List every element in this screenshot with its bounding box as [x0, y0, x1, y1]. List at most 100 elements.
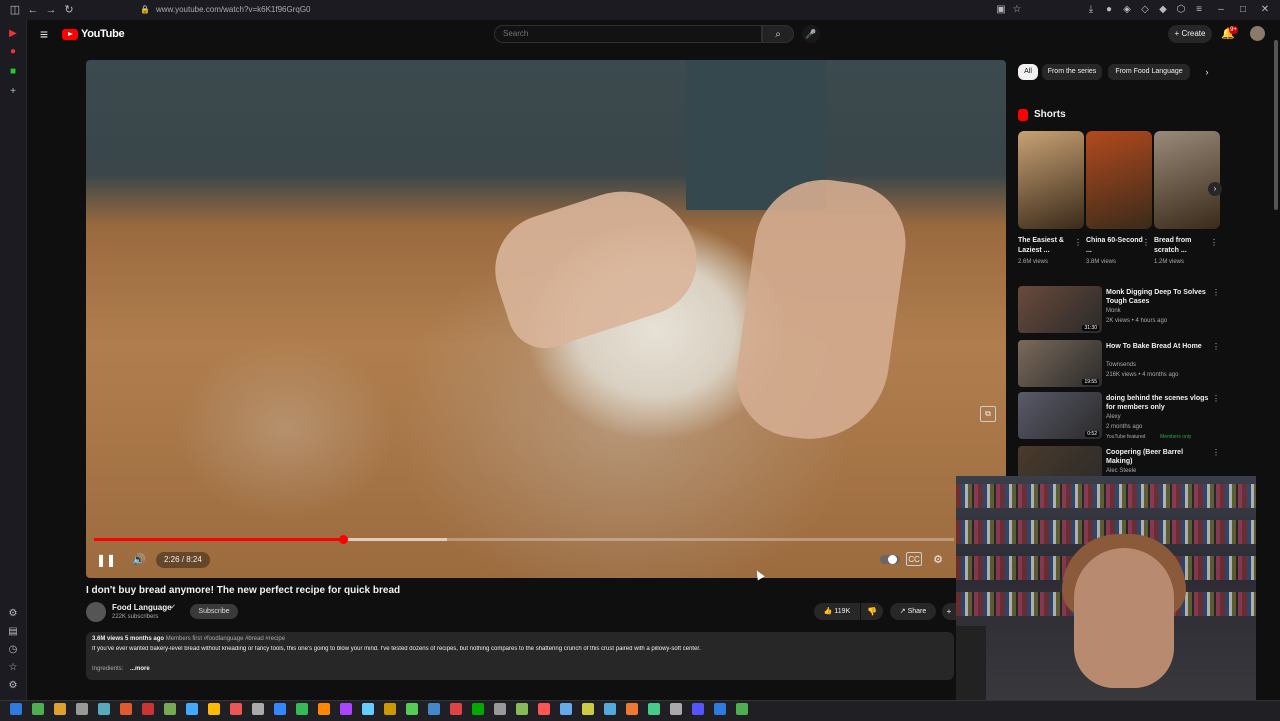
app-icon[interactable] [340, 703, 352, 715]
app-icon[interactable] [582, 703, 594, 715]
filter-chip[interactable]: From Food Language [1108, 64, 1190, 80]
back-icon[interactable]: ← [26, 3, 40, 17]
more-actions-button[interactable]: + [942, 603, 956, 620]
new-tab-icon[interactable]: + [7, 86, 19, 98]
app-icon[interactable] [472, 703, 484, 715]
short-title[interactable]: China 60-Second ... [1086, 236, 1144, 256]
extension-icon[interactable]: ◆ [1156, 3, 1170, 17]
app-icon[interactable] [186, 703, 198, 715]
address-bar[interactable]: 🔒 www.youtube.com/watch?v=k6K1f96GrqG0 [140, 3, 1020, 17]
app-icon[interactable] [670, 703, 682, 715]
short-title[interactable]: The Easiest & Laziest ... [1018, 236, 1076, 256]
app-icon[interactable] [274, 703, 286, 715]
maximize-icon[interactable]: □ [1236, 3, 1250, 17]
more-options-icon[interactable]: ⋮ [1212, 342, 1220, 351]
create-button[interactable]: + Create [1168, 25, 1212, 43]
app-icon[interactable] [692, 703, 704, 715]
more-options-icon[interactable]: ⋮ [1210, 238, 1218, 247]
voice-search-button[interactable]: 🎤 [802, 25, 820, 43]
video-title-link[interactable]: How To Bake Bread At Home [1106, 342, 1210, 351]
shorts-next-chevron-icon[interactable]: › [1208, 182, 1222, 196]
app-icon[interactable] [142, 703, 154, 715]
browser-icon[interactable] [164, 703, 176, 715]
miniplayer-icon[interactable]: ⧉ [980, 406, 996, 422]
youtube-tab-icon[interactable]: ▶ [7, 28, 19, 40]
minimize-icon[interactable]: – [1214, 3, 1228, 17]
page-scrollbar[interactable] [1274, 40, 1278, 210]
app-icon[interactable] [736, 703, 748, 715]
app-icon[interactable] [450, 703, 462, 715]
close-icon[interactable]: ✕ [1258, 3, 1272, 17]
app-icon[interactable] [604, 703, 616, 715]
short-title[interactable]: Bread from scratch ... [1154, 236, 1212, 256]
hamburger-menu-icon[interactable]: ≡ [1192, 3, 1206, 17]
extension-icon[interactable]: ⬡ [1174, 3, 1188, 17]
app-icon[interactable] [296, 703, 308, 715]
channel-name[interactable]: Food Language [112, 603, 172, 612]
app-icon[interactable] [230, 703, 242, 715]
video-title-link[interactable]: doing behind the scenes vlogs for member… [1106, 394, 1210, 412]
extension-icon[interactable]: ◇ [1138, 3, 1152, 17]
downloads-icon[interactable]: ⤓ [1084, 3, 1098, 17]
app-icon[interactable] [626, 703, 638, 715]
more-options-icon[interactable]: ⋮ [1142, 238, 1150, 247]
more-options-icon[interactable]: ⋮ [1074, 238, 1082, 247]
captions-button[interactable]: CC [906, 552, 922, 566]
more-options-icon[interactable]: ⋮ [1212, 394, 1220, 403]
app-icon[interactable] [560, 703, 572, 715]
pause-button[interactable]: ❚❚ [96, 551, 116, 569]
app-icon[interactable] [252, 703, 264, 715]
more-options-icon[interactable]: ⋮ [1212, 448, 1220, 457]
filter-chip[interactable]: From the series [1042, 64, 1102, 80]
player-settings-button[interactable]: ⚙ [930, 552, 946, 568]
search-input[interactable] [494, 25, 762, 43]
app-icon[interactable] [384, 703, 396, 715]
app-icon[interactable] [318, 703, 330, 715]
settings-icon[interactable]: ⚙ [7, 608, 19, 620]
app-icon[interactable] [208, 703, 220, 715]
extension-icon[interactable]: ◈ [1120, 3, 1134, 17]
short-thumbnail[interactable] [1086, 131, 1152, 229]
app-icon[interactable] [406, 703, 418, 715]
bookmark-star-icon[interactable]: ☆ [1010, 3, 1024, 17]
app-icon[interactable] [516, 703, 528, 715]
more-options-icon[interactable]: ⋮ [1212, 288, 1220, 297]
guide-menu-icon[interactable]: ≡ [36, 26, 52, 42]
picture-in-picture-icon[interactable]: ▣ [994, 3, 1008, 17]
sidebar-settings-icon[interactable]: ⚙ [7, 680, 19, 692]
favorites-icon[interactable]: ☆ [7, 662, 19, 674]
share-button[interactable]: ↗ Share [890, 603, 936, 620]
avatar[interactable] [1250, 26, 1265, 41]
progress-scrubber-handle[interactable] [339, 535, 348, 544]
like-button[interactable]: 👍 119K [814, 603, 860, 620]
youtube-logo[interactable]: YouTube [62, 27, 125, 41]
app-icon[interactable] [428, 703, 440, 715]
app-icon[interactable] [32, 703, 44, 715]
video-title-link[interactable]: Coopering (Beer Barrel Making) [1106, 448, 1210, 466]
app-icon[interactable] [494, 703, 506, 715]
app-icon[interactable] [538, 703, 550, 715]
short-thumbnail[interactable] [1154, 131, 1220, 229]
windows-start-icon[interactable] [714, 703, 726, 715]
channel-name[interactable]: Alexy [1106, 414, 1121, 420]
channel-name[interactable]: Alec Steele [1106, 468, 1136, 474]
app-icon[interactable] [648, 703, 660, 715]
video-thumbnail[interactable]: 19:55 [1018, 340, 1102, 387]
video-title-link[interactable]: Monk Digging Deep To Solves Tough Cases [1106, 288, 1210, 306]
account-icon[interactable]: ● [1102, 3, 1116, 17]
chips-next-chevron-icon[interactable]: › [1200, 64, 1214, 80]
subscribe-button[interactable]: Subscribe [190, 604, 238, 619]
autoplay-toggle[interactable] [880, 555, 900, 564]
app-icon[interactable] [362, 703, 374, 715]
app-icon[interactable] [120, 703, 132, 715]
volume-button[interactable]: 🔊 [130, 551, 148, 569]
tab-icon[interactable]: ● [7, 46, 19, 58]
channel-name[interactable]: Monk [1106, 308, 1121, 314]
history-icon[interactable]: ◷ [7, 644, 19, 656]
search-button[interactable]: ⌕ [762, 25, 794, 43]
short-thumbnail[interactable] [1018, 131, 1084, 229]
video-thumbnail[interactable]: 31:30 [1018, 286, 1102, 333]
browser-menu-icon[interactable]: ◫ [8, 3, 22, 17]
video-player[interactable]: ⧉ [86, 60, 1006, 578]
bookmarks-icon[interactable]: ▤ [7, 626, 19, 638]
